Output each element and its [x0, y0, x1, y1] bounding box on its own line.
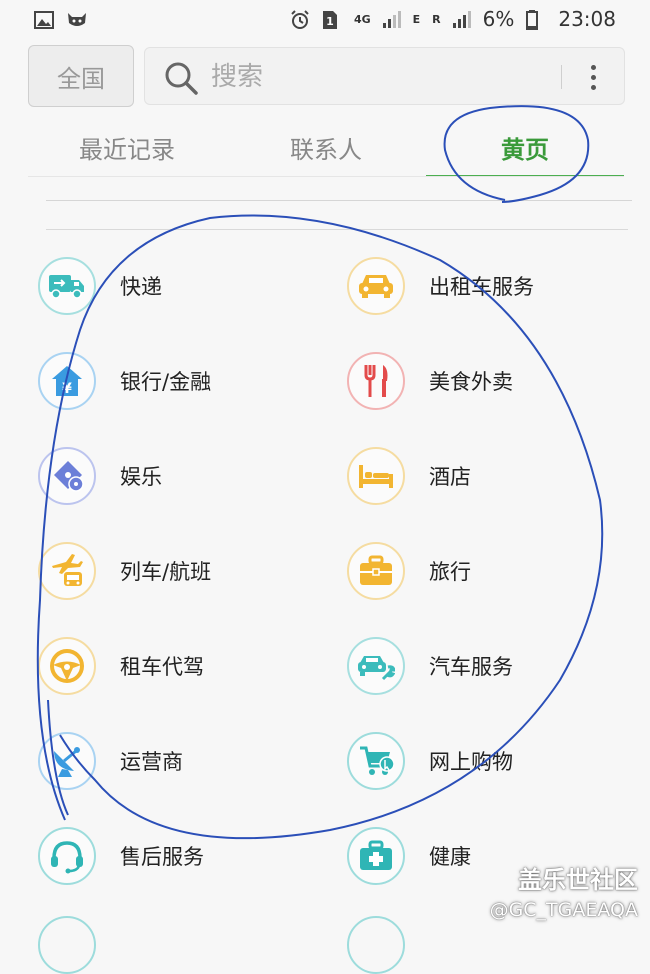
category-label: 租车代驾: [120, 655, 204, 679]
category-after-sales[interactable]: 售后服务: [38, 821, 204, 891]
headset-icon: [38, 827, 96, 885]
category-icon-partial: [38, 916, 96, 974]
signal-strength-icon: [382, 10, 401, 28]
category-carrier[interactable]: 运营商: [38, 726, 183, 796]
data-type: E: [412, 12, 421, 26]
divider: [46, 229, 628, 230]
category-train-flight[interactable]: 列车/航班: [38, 536, 211, 606]
medical-kit-icon: [347, 827, 405, 885]
category-health[interactable]: 健康: [347, 821, 471, 891]
category-label: 旅行: [429, 560, 471, 584]
signal-strength-icon-2: [452, 10, 471, 28]
car-service-icon: [347, 637, 405, 695]
category-label: 娱乐: [120, 465, 162, 489]
watermark: 盖乐世社区 @GC_TGAEAQA: [490, 860, 638, 921]
category-label: 银行/金融: [120, 370, 212, 394]
app-notification-icon: [66, 10, 86, 28]
svg-text:¥: ¥: [62, 381, 72, 397]
watermark-site: 盖乐世社区: [518, 866, 638, 894]
clock: 23:08: [558, 7, 616, 31]
ticket-icon: [38, 447, 96, 505]
tab-bar: 最近记录 联系人 黄页: [28, 118, 624, 178]
tab-recent[interactable]: 最近记录: [28, 118, 226, 176]
category-delivery[interactable]: 快递: [38, 251, 162, 321]
category-label: 运营商: [120, 750, 183, 774]
search-box[interactable]: [144, 47, 625, 105]
shopping-cart-icon: [347, 732, 405, 790]
gallery-notification-icon: [34, 10, 54, 29]
suitcase-icon: [347, 542, 405, 600]
category-car-rental[interactable]: 租车代驾: [38, 631, 204, 701]
category-bank[interactable]: ¥ 银行/金融: [38, 346, 211, 416]
category-label: 汽车服务: [429, 655, 513, 679]
category-food-delivery[interactable]: 美食外卖: [347, 346, 513, 416]
search-icon: [163, 60, 199, 100]
category-entertainment[interactable]: 娱乐: [38, 441, 162, 511]
category-label: 健康: [429, 845, 471, 869]
satellite-dish-icon: [38, 732, 96, 790]
region-button[interactable]: 全国: [28, 45, 134, 107]
sim-card-icon: 1: [322, 10, 342, 29]
roaming-indicator: R: [432, 12, 441, 26]
status-bar: 1 4G E R 6% 23:08: [0, 0, 650, 38]
category-hotel[interactable]: 酒店: [347, 441, 471, 511]
fork-knife-icon: [347, 352, 405, 410]
category-taxi[interactable]: 出租车服务: [347, 251, 534, 321]
battery-percentage: 6%: [482, 7, 515, 31]
tab-contacts[interactable]: 联系人: [227, 118, 425, 176]
svg-text:1: 1: [326, 15, 334, 28]
category-label: 酒店: [429, 465, 471, 489]
more-options-icon[interactable]: [581, 60, 605, 94]
category-icon-partial: [347, 916, 405, 974]
category-label: 美食外卖: [429, 370, 513, 394]
steering-wheel-icon: [38, 637, 96, 695]
search-input[interactable]: [209, 56, 553, 98]
category-travel[interactable]: 旅行: [347, 536, 471, 606]
plane-train-icon: [38, 542, 96, 600]
category-label: 出租车服务: [429, 275, 534, 299]
category-label: 列车/航班: [120, 560, 212, 584]
delivery-truck-icon: [38, 257, 96, 315]
alarm-icon: [290, 10, 310, 29]
tabs-divider: [28, 176, 624, 177]
bank-icon: ¥: [38, 352, 96, 410]
category-label: 快递: [120, 275, 162, 299]
watermark-user: @GC_TGAEAQA: [489, 899, 638, 921]
category-online-shopping[interactable]: 网上购物: [347, 726, 513, 796]
bed-icon: [347, 447, 405, 505]
category-car-service[interactable]: 汽车服务: [347, 631, 513, 701]
category-label: 售后服务: [120, 845, 204, 869]
taxi-icon: [347, 257, 405, 315]
category-label: 网上购物: [429, 750, 513, 774]
battery-icon: [526, 10, 546, 30]
divider: [46, 200, 632, 201]
network-type: 4G: [353, 12, 371, 26]
search-separator: [561, 65, 562, 89]
tab-yellow-pages[interactable]: 黄页: [426, 118, 624, 176]
